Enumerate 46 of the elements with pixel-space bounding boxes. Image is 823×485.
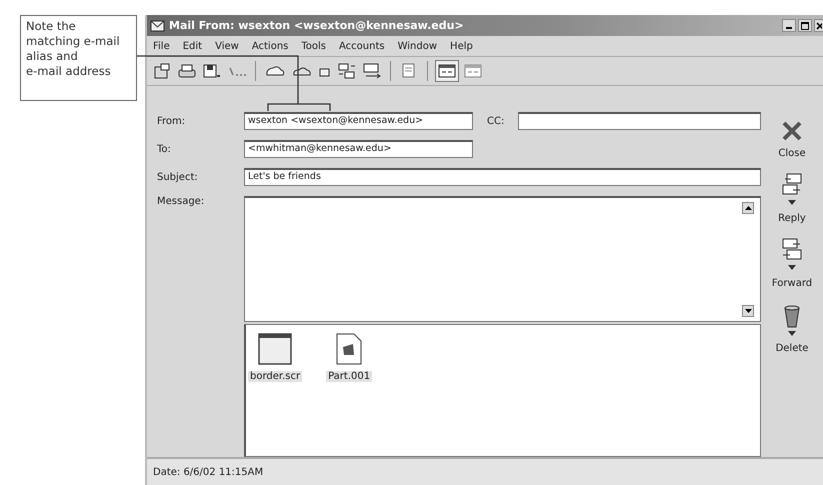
close-button[interactable] bbox=[814, 19, 823, 32]
layout-icon[interactable] bbox=[435, 60, 459, 82]
close-icon bbox=[816, 22, 822, 30]
scroll-up-button[interactable] bbox=[742, 202, 754, 214]
windows-icon[interactable] bbox=[336, 61, 358, 81]
field-label: Subject: bbox=[157, 172, 199, 182]
down-arrow-icon bbox=[744, 309, 752, 313]
action-button[interactable]: Forward bbox=[772, 238, 812, 289]
field-label: To: bbox=[157, 144, 172, 154]
to-field[interactable]: <mwhitman@kennesaw.edu> bbox=[244, 140, 473, 158]
action-button[interactable]: Close bbox=[778, 120, 806, 159]
scroll-down-button[interactable] bbox=[742, 305, 754, 317]
menu-item[interactable]: Help bbox=[450, 40, 473, 52]
status-bar: Date: 6/6/02 11:15AM bbox=[147, 457, 823, 485]
document-file-icon[interactable] bbox=[336, 333, 362, 365]
close-icon bbox=[781, 120, 803, 142]
attachment-name[interactable]: Part.001 bbox=[326, 371, 372, 382]
envelope-icon bbox=[150, 18, 166, 32]
field-label: Message: bbox=[157, 196, 206, 207]
windows-icon[interactable] bbox=[361, 61, 383, 81]
message-field[interactable] bbox=[244, 196, 761, 322]
menu-item[interactable]: Window bbox=[398, 40, 438, 52]
attachment-name[interactable]: border.scr bbox=[248, 371, 302, 382]
from-field[interactable]: wsexton <wsexton@kennesaw.edu> bbox=[244, 112, 473, 130]
window-file-icon[interactable] bbox=[258, 333, 292, 365]
action-button[interactable]: Delete bbox=[776, 303, 808, 354]
subject-field[interactable]: Let's be friends bbox=[244, 168, 761, 186]
maximize-icon bbox=[801, 22, 809, 30]
field-label: From: bbox=[157, 116, 186, 126]
menu-item[interactable]: Accounts bbox=[339, 40, 385, 52]
menu-item[interactable]: View bbox=[215, 40, 239, 52]
window-title: Mail From: wsexton <wsexton@kennesaw.edu> bbox=[169, 19, 465, 32]
menu-item[interactable]: Actions bbox=[252, 40, 288, 52]
field-label: CC: bbox=[487, 116, 504, 126]
callout-note: Note the matching e-mail alias and e-mail address bbox=[20, 15, 137, 101]
reply-icon bbox=[780, 173, 803, 207]
cc-field[interactable] bbox=[518, 112, 761, 130]
action-button[interactable]: Reply bbox=[778, 173, 806, 224]
menu-item[interactable]: Edit bbox=[182, 40, 202, 52]
menu-item[interactable]: File bbox=[153, 40, 170, 52]
up-arrow-icon bbox=[744, 206, 752, 210]
forward-icon bbox=[781, 238, 803, 272]
minimize-button[interactable] bbox=[782, 19, 796, 32]
menu-item[interactable]: Tools bbox=[301, 40, 326, 52]
maximize-button[interactable] bbox=[798, 19, 812, 32]
minimize-icon bbox=[786, 27, 792, 29]
